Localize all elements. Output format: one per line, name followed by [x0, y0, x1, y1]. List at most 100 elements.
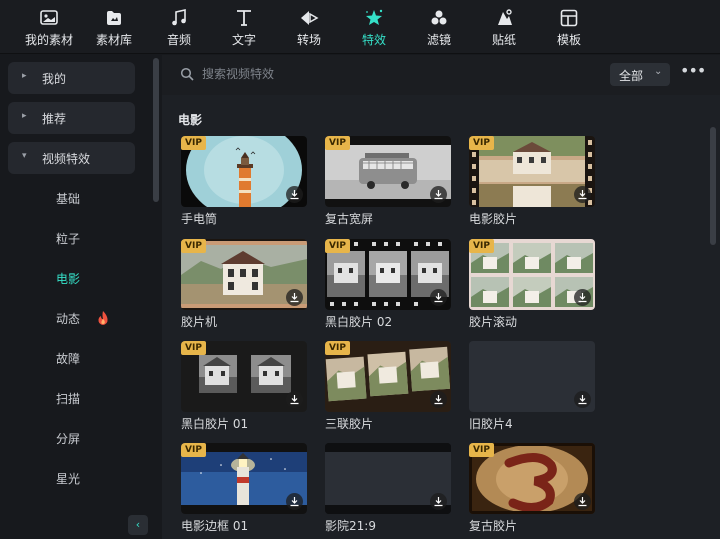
- vip-badge: VIP: [325, 239, 350, 253]
- vip-badge: VIP: [181, 341, 206, 355]
- effect-thumbnail: VIP: [181, 341, 307, 412]
- sidebar-group-label: 视频特效: [42, 152, 91, 166]
- download-icon[interactable]: [430, 289, 447, 306]
- text-icon: [237, 10, 251, 26]
- tab-transition[interactable]: 转场: [279, 0, 339, 54]
- effect-name: 复古胶片: [469, 519, 518, 533]
- effect-name: 电影边框 01: [181, 519, 249, 533]
- download-icon[interactable]: [430, 186, 447, 203]
- effect-name: 胶片机: [181, 315, 218, 329]
- tab-library[interactable]: 素材库: [84, 0, 144, 54]
- download-icon[interactable]: [430, 493, 447, 510]
- sidebar-scrollbar[interactable]: [153, 58, 159, 202]
- tab-label: 贴纸: [491, 33, 516, 47]
- expand-arrow-icon: ▸: [22, 71, 27, 81]
- effect-name: 影院21:9: [325, 519, 376, 533]
- filter-circles-icon: [431, 10, 447, 25]
- sidebar-item-starlight[interactable]: 星光: [56, 470, 80, 487]
- more-options-button[interactable]: •••: [680, 61, 706, 85]
- template-icon: [560, 9, 578, 27]
- tab-label: 转场: [296, 33, 321, 47]
- tab-label: 素材库: [95, 33, 132, 47]
- sticker-icon: [498, 9, 512, 25]
- top-toolbar: 我的素材 素材库 音频 文字 转场 特效 滤镜 贴纸 模板: [0, 0, 720, 54]
- sidebar-group-label: 我的: [42, 72, 67, 86]
- vip-badge: VIP: [325, 341, 350, 355]
- effect-name: 旧胶片4: [469, 417, 513, 431]
- effect-name: 三联胶片: [325, 417, 374, 431]
- sidebar-item-particles[interactable]: 粒子: [56, 230, 80, 247]
- vip-badge: VIP: [325, 136, 350, 150]
- vip-badge: VIP: [469, 239, 494, 253]
- download-icon[interactable]: [286, 493, 303, 510]
- sidebar-item-movie[interactable]: 电影: [56, 270, 80, 287]
- effect-thumbnail: VIP: [469, 136, 595, 207]
- expand-arrow-icon: ▸: [22, 111, 27, 121]
- sidebar-item-split-screen[interactable]: 分屏: [56, 430, 80, 447]
- tab-label: 模板: [556, 33, 581, 47]
- effect-name: 电影胶片: [469, 212, 518, 226]
- content-scrollbar[interactable]: [710, 127, 716, 245]
- download-icon[interactable]: [286, 391, 303, 408]
- sidebar-group-video-effects[interactable]: ▾ 视频特效: [8, 142, 135, 174]
- download-icon[interactable]: [574, 289, 591, 306]
- effect-thumbnail: VIP: [469, 239, 595, 310]
- effect-name: 黑白胶片 02: [325, 315, 393, 329]
- search-icon: [180, 67, 194, 81]
- chevron-down-icon: ⌄: [654, 66, 663, 77]
- effect-thumbnail: VIP: [325, 239, 451, 310]
- effect-thumbnail: VIP: [325, 341, 451, 412]
- effect-thumbnail: VIP: [469, 443, 595, 514]
- fire-icon: [98, 311, 108, 325]
- tab-audio[interactable]: 音频: [149, 0, 209, 54]
- tab-label: 音频: [166, 33, 191, 47]
- effect-thumbnail: [469, 341, 595, 412]
- tab-label: 特效: [361, 33, 386, 47]
- download-icon[interactable]: [430, 391, 447, 408]
- vip-badge: VIP: [469, 443, 494, 457]
- vip-badge: VIP: [469, 136, 494, 150]
- sidebar-group-recommended[interactable]: ▸ 推荐: [8, 102, 135, 134]
- music-note-icon: [172, 9, 186, 26]
- filter-value: 全部: [619, 69, 644, 83]
- tab-effects[interactable]: 特效: [344, 0, 404, 54]
- download-icon[interactable]: [574, 391, 591, 408]
- search-input[interactable]: [202, 63, 582, 85]
- effect-thumbnail: VIP: [181, 443, 307, 514]
- sidebar-group-mine[interactable]: ▸ 我的: [8, 62, 135, 94]
- effect-thumbnail: VIP: [181, 239, 307, 310]
- sidebar: ▸ 我的 ▸ 推荐 ▾ 视频特效 基础 粒子 电影 动态 故障 扫描 分屏 星光…: [0, 55, 162, 539]
- effect-name: 手电筒: [181, 212, 218, 226]
- sidebar-item-basic[interactable]: 基础: [56, 190, 80, 207]
- effects-panel: 全部 ⌄ ••• 电影 VIP 手电筒: [162, 55, 720, 539]
- collapse-arrow-icon: ▾: [22, 151, 27, 161]
- search-bar: 全部 ⌄ •••: [162, 55, 720, 95]
- sidebar-item-dynamic[interactable]: 动态: [56, 310, 80, 327]
- download-icon[interactable]: [574, 493, 591, 510]
- effect-name: 复古宽屏: [325, 212, 374, 226]
- tab-templates[interactable]: 模板: [539, 0, 599, 54]
- effects-star-icon: [366, 9, 383, 25]
- sidebar-item-scan[interactable]: 扫描: [56, 390, 80, 407]
- effect-thumbnail: VIP: [181, 136, 307, 207]
- transition-icon: [301, 11, 319, 25]
- sidebar-item-glitch[interactable]: 故障: [56, 350, 80, 367]
- effect-name: 黑白胶片 01: [181, 417, 249, 431]
- section-title: 电影: [178, 113, 203, 127]
- download-icon[interactable]: [574, 186, 591, 203]
- vip-badge: VIP: [181, 136, 206, 150]
- collapse-sidebar-button[interactable]: ‹: [128, 515, 148, 535]
- download-icon[interactable]: [286, 289, 303, 306]
- filter-dropdown[interactable]: 全部 ⌄: [610, 63, 670, 86]
- tab-text[interactable]: 文字: [214, 0, 274, 54]
- vip-badge: VIP: [181, 239, 206, 253]
- tab-stickers[interactable]: 贴纸: [474, 0, 534, 54]
- tab-filters[interactable]: 滤镜: [409, 0, 469, 54]
- tab-label: 文字: [231, 33, 256, 47]
- effect-thumbnail: [325, 443, 451, 514]
- tab-label: 我的素材: [24, 33, 73, 47]
- download-icon[interactable]: [286, 186, 303, 203]
- effect-name: 胶片滚动: [469, 315, 518, 329]
- effect-thumbnail: VIP: [325, 136, 451, 207]
- tab-my-media[interactable]: 我的素材: [19, 0, 79, 54]
